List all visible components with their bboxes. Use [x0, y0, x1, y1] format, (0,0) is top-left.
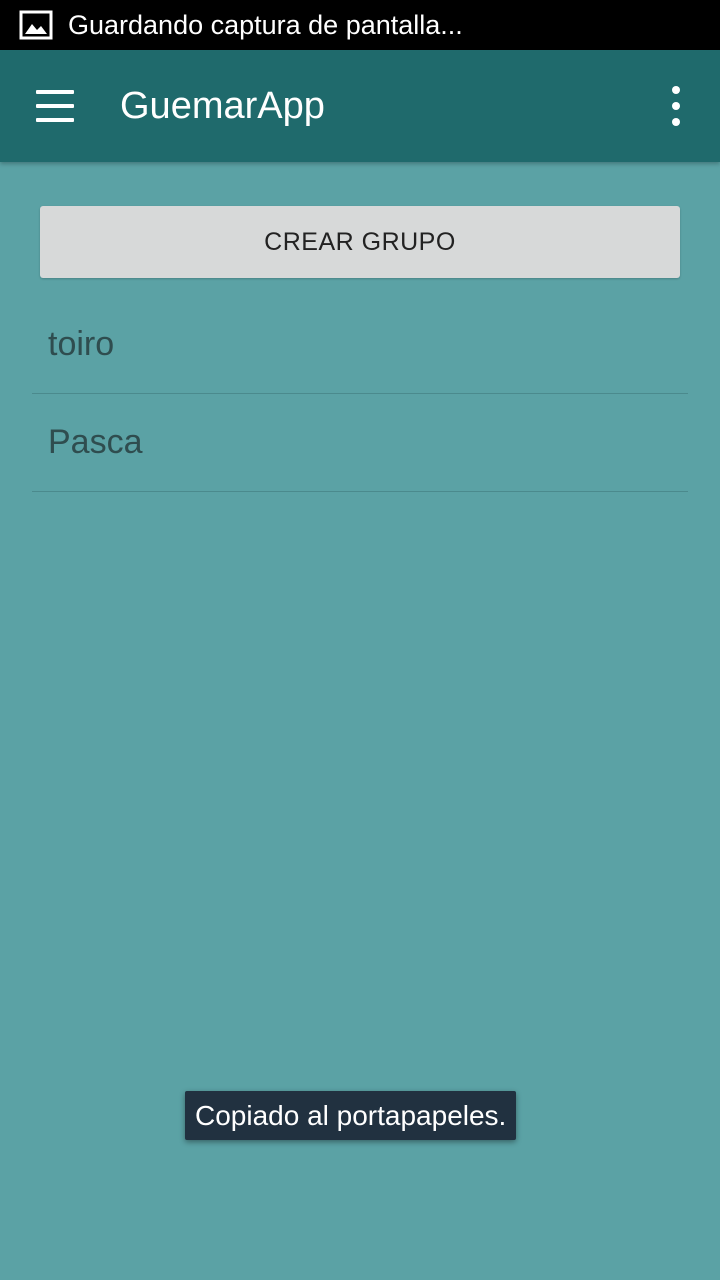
hamburger-menu-icon[interactable]	[36, 90, 76, 122]
status-text: Guardando captura de pantalla...	[68, 9, 463, 40]
image-icon	[18, 7, 54, 43]
app-title: GuemarApp	[120, 84, 325, 127]
create-group-button[interactable]: CREAR GRUPO	[40, 206, 680, 278]
toast-message: Copiado al portapapeles.	[185, 1091, 517, 1140]
list-item[interactable]: toiro	[32, 296, 688, 394]
status-bar: Guardando captura de pantalla...	[0, 0, 720, 50]
group-label: toiro	[48, 325, 115, 363]
screen: Guardando captura de pantalla... GuemarA…	[0, 0, 720, 1280]
list-item[interactable]: Pasca	[32, 394, 688, 492]
group-list: toiro Pasca	[32, 296, 688, 492]
group-label: Pasca	[48, 423, 143, 461]
more-vert-icon[interactable]	[664, 86, 688, 126]
app-bar: GuemarApp	[0, 50, 720, 162]
